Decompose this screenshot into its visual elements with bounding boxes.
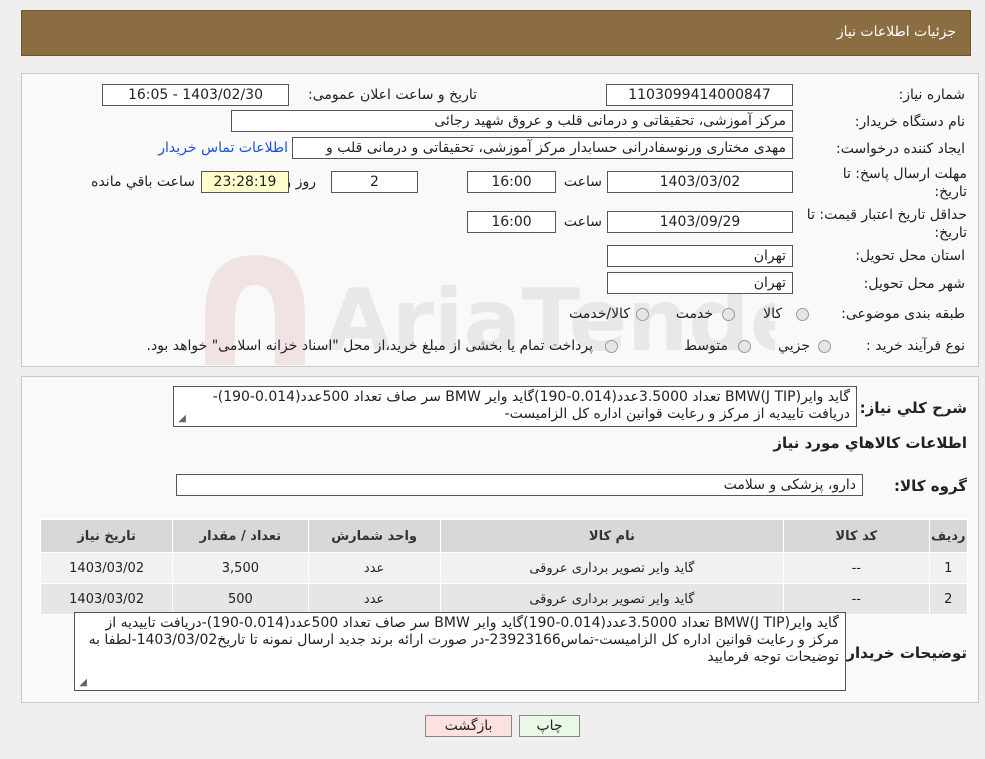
need-number-field: 1103099414000847	[606, 84, 793, 106]
process-treasury-checkbox[interactable]	[605, 340, 618, 353]
summary-label: شرح کلي نياز:	[859, 399, 967, 417]
buyer-org-field: مرکز آموزشی، تحقیقاتی و درمانی قلب و عرو…	[231, 110, 793, 132]
col-header-quantity: تعداد / مقدار	[172, 519, 309, 553]
col-header-name: نام کالا	[439, 519, 785, 553]
cell-row: 1	[928, 552, 969, 584]
buyer-org-label: نام دستگاه خریدار:	[854, 114, 965, 130]
province-label: استان محل تحویل:	[855, 248, 965, 264]
validity-label: حداقل تاریخ اعتبار قیمت: تا تاریخ:	[807, 206, 967, 242]
cell-row: 2	[928, 583, 969, 615]
items-table-header: ردیف کد کالا نام کالا واحد شمارش تعداد /…	[39, 519, 969, 553]
announce-field: 1403/02/30 - 16:05	[102, 84, 289, 106]
goods-group-field: دارو، پزشکی و سلامت	[176, 474, 863, 496]
col-header-row: ردیف	[928, 519, 969, 553]
process-radio-minor[interactable]	[818, 340, 831, 353]
cell-unit: عدد	[307, 583, 441, 615]
page-title: جزئیات اطلاعات نیاز	[836, 24, 956, 40]
buyer-contact-link[interactable]: اطلاعات تماس خریدار	[158, 140, 288, 156]
cell-need-date: 1403/03/02	[39, 552, 174, 584]
remaining-label: ساعت باقي مانده	[91, 174, 195, 190]
resize-grip-icon[interactable]: ◢	[176, 414, 186, 424]
col-header-unit: واحد شمارش	[307, 519, 441, 553]
goods-section-title: اطلاعات کالاهاي مورد نياز	[773, 434, 967, 452]
process-note: پرداخت تمام یا بخشی از مبلغ خرید،از محل …	[146, 338, 593, 354]
process-option-medium: متوسط	[684, 338, 728, 354]
creator-field: مهدی مختاری ورنوسفادرانی حسابدار مرکز آم…	[292, 137, 793, 159]
summary-text: گاید وایرBMW(J TIP) تعداد 3.5000عدد(0.01…	[212, 389, 850, 422]
validity-date-field: 1403/09/29	[607, 211, 793, 233]
deadline-label-line2: تاریخ:	[934, 184, 967, 200]
col-header-need-date: تاریخ نیاز	[39, 519, 174, 553]
goods-group-label: گروه کالا:	[894, 477, 967, 495]
province-field: تهران	[607, 245, 793, 267]
announce-label: تاریخ و ساعت اعلان عمومی:	[308, 87, 477, 103]
cell-need-date: 1403/03/02	[39, 583, 174, 615]
table-row: 1 -- گاید وایر تصویر برداری عروقی عدد 3,…	[39, 552, 969, 584]
deadline-label-line1: مهلت ارسال پاسخ: تا	[842, 166, 967, 182]
resize-grip-icon[interactable]: ◢	[77, 678, 87, 688]
items-table-wrapper: ردیف کد کالا نام کالا واحد شمارش تعداد /…	[39, 519, 969, 615]
validity-label-line1: حداقل تاریخ اعتبار قیمت: تا	[806, 207, 967, 223]
category-option-goods: کالا	[763, 306, 782, 322]
col-header-code: کد کالا	[783, 519, 930, 553]
validity-time-label: ساعت	[563, 214, 602, 230]
print-button[interactable]: چاپ	[519, 715, 580, 737]
days-label: روز و	[284, 174, 317, 190]
category-radio-goods[interactable]	[796, 308, 809, 321]
items-table: ردیف کد کالا نام کالا واحد شمارش تعداد /…	[39, 519, 969, 615]
deadline-label: مهلت ارسال پاسخ: تا تاریخ:	[843, 165, 967, 201]
category-label: طبقه بندی موضوعی:	[841, 306, 965, 322]
validity-label-line2: تاریخ:	[934, 225, 967, 241]
buyer-notes-text: گاید وایرBMW(J TIP) تعداد 3.5000عدد(0.01…	[88, 615, 839, 665]
cell-name: گاید وایر تصویر برداری عروقی	[439, 552, 785, 584]
summary-textarea[interactable]: گاید وایرBMW(J TIP) تعداد 3.5000عدد(0.01…	[173, 386, 857, 427]
deadline-date-field: 1403/03/02	[607, 171, 793, 193]
cell-code: --	[783, 583, 930, 615]
category-radio-goods-service[interactable]	[636, 308, 649, 321]
cell-code: --	[783, 552, 930, 584]
cell-quantity: 3,500	[172, 552, 309, 584]
category-option-goods-service: کالا/خدمت	[569, 306, 630, 322]
buyer-notes-textarea[interactable]: گاید وایرBMW(J TIP) تعداد 3.5000عدد(0.01…	[74, 612, 846, 691]
buyer-notes-label: توضیحات خریدار:	[840, 644, 967, 662]
back-button[interactable]: بازگشت	[425, 715, 512, 737]
process-radio-medium[interactable]	[738, 340, 751, 353]
category-option-service: خدمت	[675, 306, 713, 322]
page-header: جزئیات اطلاعات نیاز	[21, 10, 971, 56]
need-number-label: شماره نیاز:	[898, 87, 966, 103]
table-row: 2 -- گاید وایر تصویر برداری عروقی عدد 50…	[39, 583, 969, 615]
deadline-time-label: ساعت	[563, 174, 602, 190]
deadline-time-field: 16:00	[467, 171, 556, 193]
category-radio-service[interactable]	[722, 308, 735, 321]
remaining-time-field: 23:28:19	[201, 171, 289, 193]
cell-unit: عدد	[307, 552, 441, 584]
city-label: شهر محل تحویل:	[863, 276, 965, 292]
city-field: تهران	[607, 272, 793, 294]
cell-name: گاید وایر تصویر برداری عروقی	[439, 583, 785, 615]
days-count-field: 2	[331, 171, 418, 193]
creator-label: ایجاد کننده درخواست:	[836, 141, 965, 157]
cell-quantity: 500	[172, 583, 309, 615]
process-label: نوع فرآیند خرید :	[866, 338, 965, 354]
process-option-minor: جزیي	[778, 338, 810, 354]
validity-time-field: 16:00	[467, 211, 556, 233]
